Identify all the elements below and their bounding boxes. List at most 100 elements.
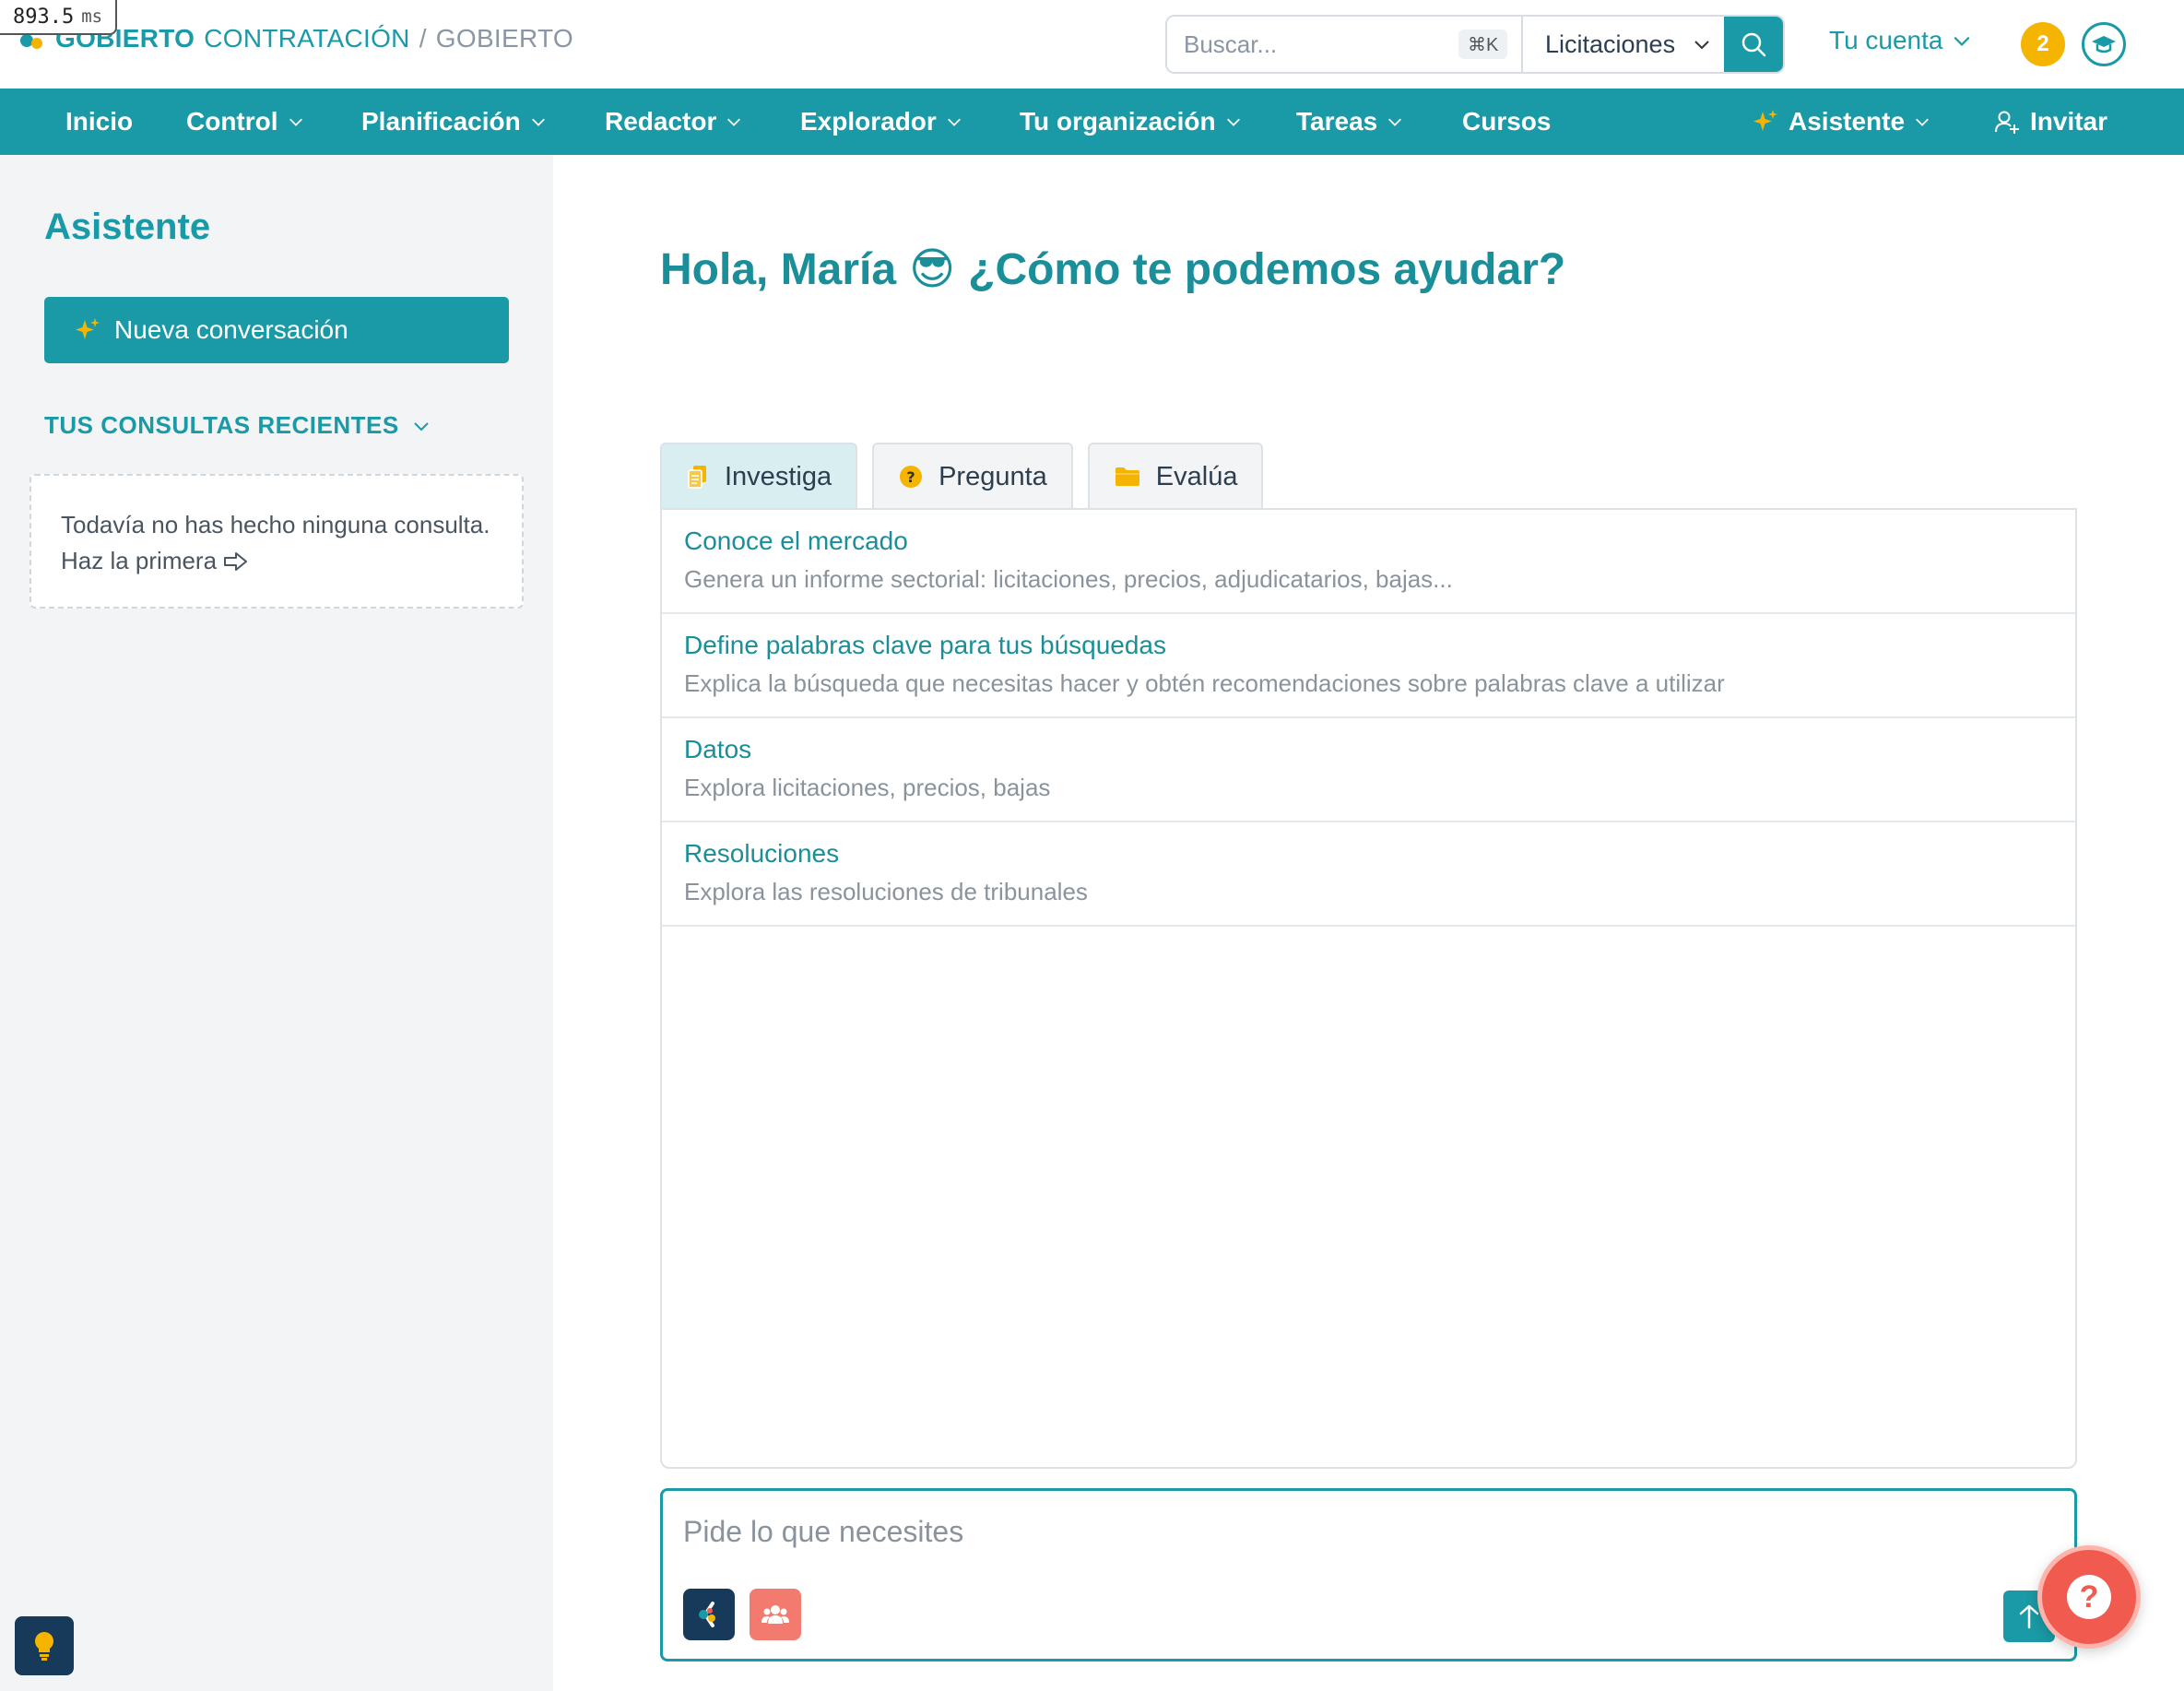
option-description: Genera un informe sectorial: licitacione…	[684, 565, 1453, 593]
tab-label: Investiga	[725, 461, 832, 491]
nav-item-control[interactable]: Control	[186, 89, 304, 155]
chat-input[interactable]	[683, 1515, 1974, 1561]
timing-badge: 893.5 ms	[0, 0, 118, 35]
list-item[interactable]: Conoce el mercado Genera un informe sect…	[662, 510, 2075, 614]
users-icon	[761, 1605, 789, 1624]
nav-item-label: Invitar	[2030, 107, 2108, 136]
nav-item-label: Cursos	[1462, 107, 1552, 136]
tab-label: Pregunta	[939, 461, 1047, 491]
page-title: Hola, María 😎 ¿Cómo te podemos ayudar?	[660, 243, 1565, 295]
nav-item-label: Tu organización	[1020, 107, 1216, 136]
option-title: Define palabras clave para tus búsquedas	[684, 631, 1167, 659]
nav-item-invitar[interactable]: Invitar	[1993, 89, 2107, 155]
brand-logo-icon	[699, 1602, 715, 1627]
nav-item-explorador[interactable]: Explorador	[800, 89, 962, 155]
svg-text:?: ?	[906, 468, 915, 486]
options-panel: Conoce el mercado Genera un informe sect…	[660, 508, 2077, 1469]
greeting-name: Hola, María	[660, 244, 897, 294]
brand-name-light: CONTRATACIÓN	[204, 24, 410, 53]
chevron-down-icon	[1954, 36, 1970, 46]
list-item[interactable]: Define palabras clave para tus búsquedas…	[662, 614, 2075, 718]
chevron-down-icon	[1916, 118, 1929, 126]
nav-item-redactor[interactable]: Redactor	[605, 89, 742, 155]
tab-pregunta[interactable]: ? Pregunta	[872, 443, 1073, 509]
tab-evalua[interactable]: Evalúa	[1087, 443, 1264, 509]
tab-label: Evalúa	[1155, 461, 1238, 491]
timing-value: 893.5	[13, 5, 75, 29]
chat-composer	[660, 1488, 2077, 1661]
option-description: Explora las resoluciones de tribunales	[684, 878, 1088, 905]
chevron-down-icon	[947, 118, 961, 126]
nav-item-label: Planificación	[361, 107, 521, 136]
nav-item-label: Control	[186, 107, 278, 136]
search-scope-label: Licitaciones	[1545, 30, 1676, 58]
mode-tabs: Investiga ? Pregunta Evalúa	[660, 443, 1264, 509]
nav-item-label: Explorador	[800, 107, 937, 136]
folder-icon	[1115, 467, 1139, 486]
nav-item-label: Inicio	[65, 107, 134, 136]
search-group: ⌘K Licitaciones	[1165, 15, 1785, 74]
chevron-down-icon	[531, 118, 545, 126]
chevron-down-icon	[1226, 118, 1240, 126]
nav-item-cursos[interactable]: Cursos	[1462, 89, 1551, 155]
search-shortcut-badge: ⌘K	[1458, 30, 1508, 59]
lightbulb-icon	[35, 1632, 53, 1661]
recent-queries-empty: Todavía no has hecho ninguna consulta. H…	[30, 474, 524, 609]
nav-item-label: Asistente	[1789, 107, 1906, 136]
help-button[interactable]: ?	[2037, 1545, 2141, 1649]
arrow-right-icon	[224, 552, 248, 571]
nav-item-inicio[interactable]: Inicio	[65, 89, 133, 155]
list-item[interactable]: Datos Explora licitaciones, precios, baj…	[662, 718, 2075, 822]
greeting-question: ¿Cómo te podemos ayudar?	[968, 244, 1566, 294]
nav-item-label: Redactor	[605, 107, 717, 136]
main-nav: Inicio Control Planificación Redactor Ex…	[0, 89, 2184, 155]
graduation-cap-icon	[2092, 36, 2116, 53]
chevron-down-icon	[1694, 41, 1709, 50]
new-conversation-button[interactable]: Nueva conversación	[44, 297, 509, 363]
documents-icon	[688, 466, 706, 489]
tab-investiga[interactable]: Investiga	[660, 443, 858, 509]
notifications-badge[interactable]: 2	[2021, 22, 2065, 66]
brand-separator: /	[419, 24, 427, 53]
add-user-icon	[1995, 111, 2019, 134]
option-title: Resoluciones	[684, 839, 840, 868]
nav-item-planificacion[interactable]: Planificación	[361, 89, 547, 155]
option-title: Datos	[684, 735, 752, 763]
search-icon	[1741, 32, 1766, 57]
question-circle-icon: ?	[900, 466, 923, 488]
nav-item-tu-organizacion[interactable]: Tu organización	[1020, 89, 1242, 155]
top-bar: 893.5 ms GOBIERTO CONTRATACIÓN / GOBIERT…	[0, 0, 2184, 89]
chevron-down-icon	[413, 421, 429, 431]
chevron-down-icon	[1388, 118, 1402, 126]
brand-tool-button[interactable]	[683, 1589, 735, 1640]
arrow-up-icon	[2019, 1604, 2039, 1629]
account-menu[interactable]: Tu cuenta	[1829, 26, 1972, 55]
academy-button[interactable]	[2082, 22, 2126, 66]
chevron-down-icon	[289, 118, 302, 126]
sidebar-title: Asistente	[44, 207, 211, 247]
account-label: Tu cuenta	[1829, 26, 1943, 54]
help-icon: ?	[2067, 1575, 2111, 1619]
nav-item-label: Tareas	[1296, 107, 1378, 136]
team-tool-button[interactable]	[750, 1589, 801, 1640]
greeting-emoji: 😎	[909, 245, 956, 294]
recent-queries-toggle[interactable]: TUS CONSULTAS RECIENTES	[44, 411, 431, 440]
sparkle-icon	[1753, 110, 1777, 131]
list-item[interactable]: Resoluciones Explora las resoluciones de…	[662, 822, 2075, 927]
nav-item-asistente[interactable]: Asistente	[1752, 89, 1930, 155]
brand-org: GOBIERTO	[435, 24, 573, 53]
search-button[interactable]	[1724, 17, 1783, 72]
option-title: Conoce el mercado	[684, 526, 908, 555]
new-conversation-label: Nueva conversación	[114, 315, 348, 344]
sidebar: Asistente Nueva conversación TUS CONSULT…	[0, 155, 553, 1691]
chevron-down-icon	[727, 118, 741, 126]
option-description: Explora licitaciones, precios, bajas	[684, 774, 1051, 801]
sparkle-icon	[76, 318, 100, 339]
recent-queries-heading: TUS CONSULTAS RECIENTES	[44, 411, 399, 439]
recent-empty-text: Todavía no has hecho ninguna consulta. H…	[61, 511, 490, 574]
timing-unit: ms	[81, 6, 103, 27]
tips-button[interactable]	[15, 1616, 74, 1675]
search-scope-select[interactable]: Licitaciones	[1521, 17, 1724, 72]
nav-item-tareas[interactable]: Tareas	[1296, 89, 1403, 155]
option-description: Explica la búsqueda que necesitas hacer …	[684, 669, 1725, 697]
